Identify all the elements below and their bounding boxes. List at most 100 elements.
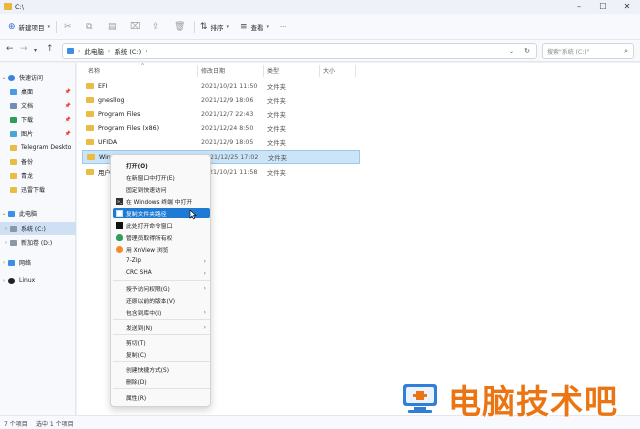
menu-item-label: 7-Zip xyxy=(126,258,142,264)
menu-item-7zip[interactable]: 7-Zip › xyxy=(113,256,210,266)
menu-item-open[interactable]: 打开(O) xyxy=(113,160,210,170)
recent-chevron-icon[interactable]: ▾ xyxy=(34,47,37,54)
search-input[interactable]: 搜索"系统 (C:)" ⌕ xyxy=(542,43,634,59)
menu-item-open-cmd[interactable]: 此处打开命令窗口 xyxy=(113,220,210,230)
menu-item-restore-versions[interactable]: 还原以前的版本(V) xyxy=(113,295,210,305)
navigation-pane: ⌄ 快速访问 桌面 📌 文档 📌 下载 📌 图片 📌 Telegram Desk… xyxy=(0,63,76,415)
table-row[interactable]: Program Files (x86) 2021/12/24 8:50 文件夹 xyxy=(82,121,432,135)
paste-icon: ▤ xyxy=(108,22,117,32)
sort-button[interactable]: ⇅ 排序 ▾ xyxy=(200,20,229,34)
sidebar-item-linux[interactable]: › Linux xyxy=(0,274,76,287)
minimize-button[interactable]: – xyxy=(568,0,590,14)
menu-item-label: 还原以前的版本(V) xyxy=(126,298,176,305)
sidebar-item-label: 桌面 xyxy=(21,89,34,96)
table-row[interactable]: Program Files 2021/12/7 22:43 文件夹 xyxy=(82,107,432,121)
cut-button[interactable]: ✂ xyxy=(64,20,75,34)
sidebar-item-volume-d[interactable]: › 新加卷 (D:) xyxy=(0,236,76,249)
more-button[interactable]: ··· xyxy=(280,20,286,34)
delete-button[interactable]: 🗑 xyxy=(174,20,188,34)
sidebar-item-backup[interactable]: 备份 xyxy=(0,155,76,168)
sidebar-item-label: 快速访问 xyxy=(19,75,44,82)
drive-icon xyxy=(10,225,17,232)
refresh-icon[interactable]: ↻ xyxy=(524,47,530,55)
share-button[interactable]: ⇪ xyxy=(152,20,163,34)
sidebar-item-label: 备份 xyxy=(21,159,34,166)
linux-penguin-icon xyxy=(8,277,15,284)
rename-icon: ⌧ xyxy=(130,22,141,32)
sidebar-item-quick-access[interactable]: ⌄ 快速访问 xyxy=(0,71,76,84)
close-button[interactable]: ✕ xyxy=(616,0,638,14)
menu-item-xnview[interactable]: 用 XnView 浏览 xyxy=(113,244,210,254)
trash-icon: 🗑 xyxy=(174,22,186,32)
menu-item-create-shortcut[interactable]: 创建快捷方式(S) xyxy=(113,364,210,374)
menu-item-open-terminal[interactable]: >_ 在 Windows 终端 中打开 xyxy=(113,196,210,206)
menu-divider xyxy=(113,388,210,389)
sidebar-item-downloads[interactable]: 下载 📌 xyxy=(0,113,76,126)
sidebar-item-network[interactable]: › 网络 xyxy=(0,256,76,269)
table-row[interactable]: EFI 2021/10/21 11:50 文件夹 xyxy=(82,79,432,93)
column-header-size[interactable]: 大小 xyxy=(323,66,335,75)
column-divider[interactable] xyxy=(355,65,356,77)
maximize-button[interactable]: ☐ xyxy=(592,0,614,14)
address-dropdown-icon[interactable]: ⌄ xyxy=(509,48,514,55)
address-bar[interactable]: › 此电脑 › 系统 (C:) › ⌄ ↻ xyxy=(62,43,537,59)
menu-item-include-library[interactable]: 包含到库中(I) › xyxy=(113,307,210,317)
column-header-name[interactable]: 名称 xyxy=(88,66,100,75)
menu-item-grant-access[interactable]: 授予访问权限(G) › xyxy=(113,283,210,293)
copy-button[interactable]: ⧉ xyxy=(86,20,95,34)
column-divider[interactable] xyxy=(263,65,264,77)
scissors-icon: ✂ xyxy=(64,22,72,32)
table-row[interactable]: UFIDA 2021/12/9 18:05 文件夹 xyxy=(82,135,432,149)
menu-item-label: 创建快捷方式(S) xyxy=(126,367,169,374)
folder-icon xyxy=(86,139,94,145)
menu-divider xyxy=(113,280,210,281)
sidebar-item-this-pc[interactable]: ⌄ 此电脑 xyxy=(0,207,76,220)
menu-item-crc-sha[interactable]: CRC SHA › xyxy=(113,268,210,278)
forward-arrow-icon[interactable]: → xyxy=(20,44,28,54)
menu-item-properties[interactable]: 属性(R) xyxy=(113,392,210,402)
menu-item-take-ownership[interactable]: 管理员取得所有权 xyxy=(113,232,210,242)
sidebar-item-documents[interactable]: 文档 📌 xyxy=(0,99,76,112)
sidebar-item-label: 网络 xyxy=(19,260,32,267)
menu-item-send-to[interactable]: 发送到(N) › xyxy=(113,322,210,332)
menu-item-label: 用 XnView 浏览 xyxy=(126,247,169,254)
navigation-bar: ← → ▾ ↑ › 此电脑 › 系统 (C:) › ⌄ ↻ 搜索"系统 (C:)… xyxy=(0,40,640,62)
chevron-right-icon: › xyxy=(203,257,206,265)
pin-icon: 📌 xyxy=(64,130,71,137)
sidebar-item-telegram[interactable]: Telegram Deskto xyxy=(0,141,76,154)
column-divider[interactable] xyxy=(197,65,198,77)
file-date: 2021/12/24 8:50 xyxy=(201,124,254,132)
menu-item-copy[interactable]: 复制(C) xyxy=(113,349,210,359)
paste-button[interactable]: ▤ xyxy=(108,20,120,34)
new-item-button[interactable]: ⊕ 新建项目 ▾ xyxy=(8,20,50,34)
rename-button[interactable]: ⌧ xyxy=(130,20,143,34)
menu-item-open-new-window[interactable]: 在新窗口中打开(E) xyxy=(113,172,210,182)
menu-item-delete[interactable]: 删除(D) xyxy=(113,376,210,386)
selection-count: 选中 1 个项目 xyxy=(36,421,74,428)
copy-icon: ⧉ xyxy=(86,22,93,32)
chevron-right-icon: › xyxy=(4,225,8,232)
sidebar-item-qinglong[interactable]: 青龙 xyxy=(0,169,76,182)
sidebar-item-system-c[interactable]: › 系统 (C:) xyxy=(0,222,76,235)
sidebar-item-desktop[interactable]: 桌面 📌 xyxy=(0,85,76,98)
folder-icon xyxy=(10,144,17,151)
table-row[interactable]: gnesllog 2021/12/9 18:06 文件夹 xyxy=(82,93,432,107)
breadcrumb-this-pc[interactable]: 此电脑 xyxy=(84,46,104,56)
back-arrow-icon[interactable]: ← xyxy=(6,44,14,54)
column-header-type[interactable]: 类型 xyxy=(267,66,279,75)
menu-item-pin-quick-access[interactable]: 固定到快速访问 xyxy=(113,184,210,194)
menu-item-cut[interactable]: 剪切(T) xyxy=(113,337,210,347)
sidebar-item-pictures[interactable]: 图片 📌 xyxy=(0,127,76,140)
breadcrumb-system-c[interactable]: 系统 (C:) xyxy=(114,46,141,56)
menu-divider xyxy=(113,319,210,320)
up-arrow-icon[interactable]: ↑ xyxy=(46,44,54,54)
column-divider[interactable] xyxy=(319,65,320,77)
file-date: 2021/12/9 18:06 xyxy=(201,96,254,104)
sidebar-item-label: 下载 xyxy=(21,117,34,124)
column-header-date[interactable]: 修改日期 xyxy=(201,66,225,75)
sidebar-item-label: Telegram Deskto xyxy=(21,144,72,151)
folder-icon xyxy=(10,186,17,193)
sidebar-item-xunlei[interactable]: 迅雷下载 xyxy=(0,183,76,196)
download-icon xyxy=(10,116,17,123)
view-button[interactable]: ≡ 查看 ▾ xyxy=(240,20,269,34)
